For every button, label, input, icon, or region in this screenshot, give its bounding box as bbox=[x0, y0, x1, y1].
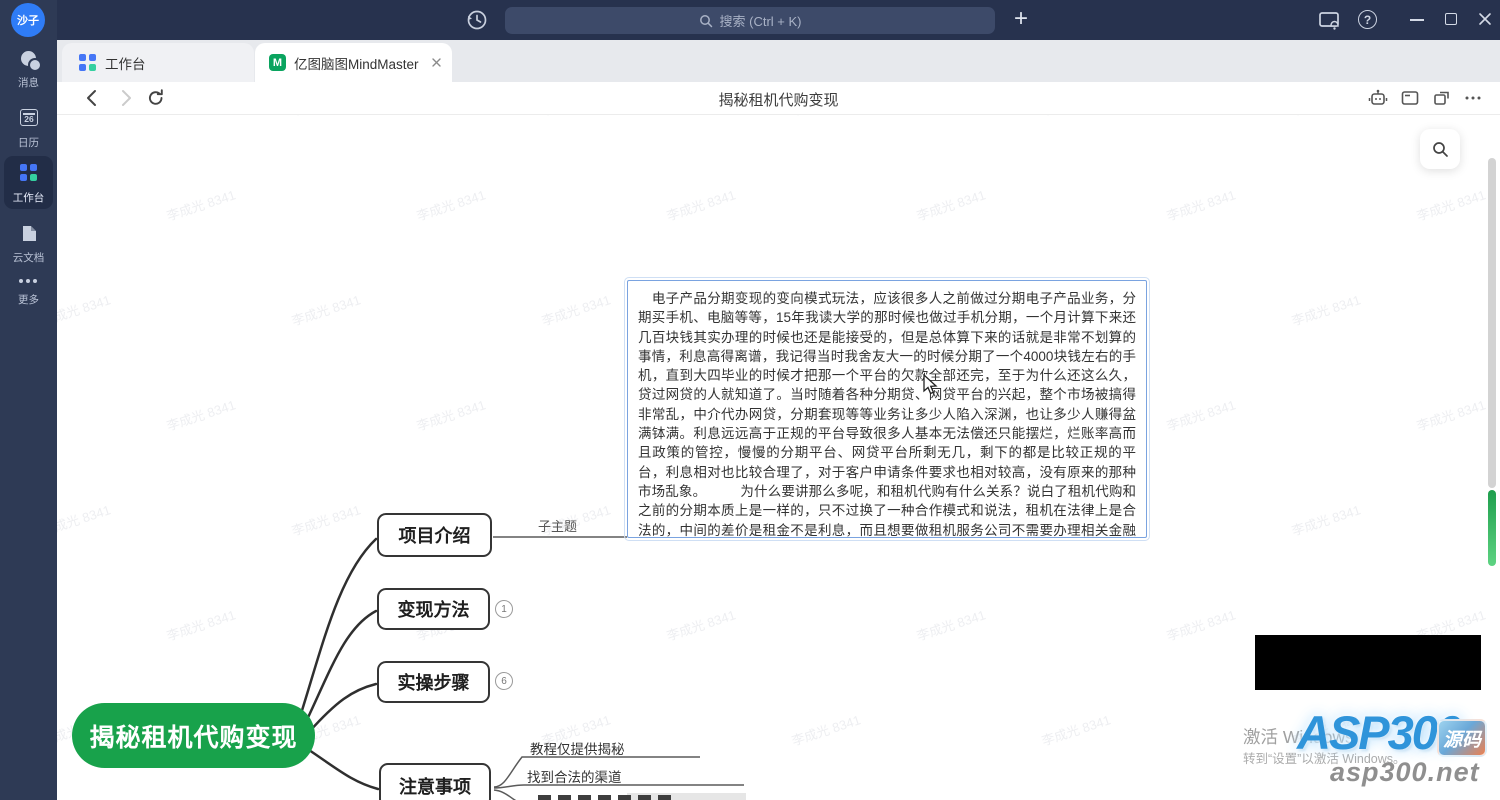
search-icon bbox=[699, 14, 713, 28]
scroll-position-indicator[interactable] bbox=[1488, 490, 1496, 566]
watermark: 李成光 8341 bbox=[164, 184, 238, 224]
toggle-window-icon[interactable] bbox=[1400, 88, 1420, 108]
open-in-new-window-icon[interactable] bbox=[1432, 88, 1452, 108]
title-bar: 搜索 (Ctrl + K) + ? bbox=[0, 0, 1500, 40]
watermark: 李成光 8341 bbox=[164, 394, 238, 434]
document-title: 揭秘租机代购变现 bbox=[57, 89, 1500, 110]
watermark: 李成光 8341 bbox=[1164, 604, 1238, 644]
workbench-grid-icon[interactable] bbox=[20, 164, 37, 181]
app-sidebar: 沙子 消息 26 日历 工作台 云文档 更多 bbox=[0, 0, 57, 800]
mindmap-child-label[interactable]: 找到合法的渠道 bbox=[527, 766, 622, 786]
watermark: 李成光 8341 bbox=[664, 604, 738, 644]
mindmap-subtopic-label[interactable]: 子主题 bbox=[538, 516, 577, 535]
watermark: 李成光 8341 bbox=[1414, 184, 1488, 224]
assistant-robot-icon[interactable] bbox=[1368, 88, 1388, 108]
watermark: 李成光 8341 bbox=[789, 709, 863, 749]
history-icon[interactable] bbox=[465, 8, 489, 32]
vertical-scrollbar-thumb[interactable] bbox=[1488, 158, 1496, 488]
tab-strip: 工作台 M 亿图脑图MindMaster bbox=[57, 40, 1500, 82]
calendar-icon[interactable]: 26 bbox=[20, 109, 38, 126]
watermark: 李成光 8341 bbox=[414, 184, 488, 224]
collapsed-count-badge[interactable]: 6 bbox=[495, 672, 513, 690]
notification-settings-icon[interactable] bbox=[1318, 9, 1342, 32]
minimize-button[interactable] bbox=[1410, 19, 1424, 21]
more-icon[interactable] bbox=[19, 279, 37, 283]
source-code-badge: 源码 bbox=[1437, 719, 1487, 757]
mindmap-note-textbox[interactable]: 电子产品分期变现的变向模式玩法，应该很多人之前做过分期电子产品业务，分期买手机、… bbox=[627, 280, 1147, 538]
tab-workbench[interactable]: 工作台 bbox=[62, 43, 254, 82]
search-placeholder: 搜索 (Ctrl + K) bbox=[720, 11, 802, 30]
watermark: 李成光 8341 bbox=[414, 394, 488, 434]
watermark: 李成光 8341 bbox=[164, 604, 238, 644]
new-tab-button[interactable]: + bbox=[1008, 3, 1034, 35]
redaction-black-box bbox=[1255, 635, 1481, 690]
help-icon[interactable]: ? bbox=[1358, 10, 1377, 29]
sidebar-item-calendar[interactable]: 日历 bbox=[0, 135, 57, 150]
more-options-icon[interactable] bbox=[1463, 88, 1483, 108]
messages-icon bbox=[30, 60, 40, 70]
document-toolbar: 揭秘租机代购变现 bbox=[57, 82, 1500, 115]
mindmap-node-monetize-method[interactable]: 变现方法 bbox=[377, 588, 490, 630]
watermark: 李成光 8341 bbox=[664, 184, 738, 224]
sidebar-item-workbench[interactable]: 工作台 bbox=[0, 190, 57, 205]
search-icon bbox=[1432, 141, 1449, 158]
mindmap-node-project-intro[interactable]: 项目介绍 bbox=[377, 513, 492, 557]
watermark: 李成光 8341 bbox=[914, 604, 988, 644]
mindmap-root-node[interactable]: 揭秘租机代购变现 bbox=[72, 703, 315, 768]
workbench-grid-icon bbox=[79, 54, 96, 71]
maximize-button[interactable] bbox=[1445, 13, 1457, 25]
watermark: 李成光 8341 bbox=[1164, 394, 1238, 434]
sidebar-item-messages[interactable]: 消息 bbox=[0, 75, 57, 90]
watermark: 李成光 8341 bbox=[289, 499, 363, 539]
close-tab-icon[interactable] bbox=[431, 57, 442, 68]
global-search-input[interactable]: 搜索 (Ctrl + K) bbox=[505, 7, 995, 34]
watermark: 李成光 8341 bbox=[914, 184, 988, 224]
tab-label: 工作台 bbox=[105, 53, 146, 73]
tab-mindmaster[interactable]: M 亿图脑图MindMaster bbox=[255, 43, 452, 82]
asp300-site-text: asp300.net bbox=[1330, 757, 1480, 788]
mouse-cursor bbox=[922, 374, 942, 396]
watermark: 李成光 8341 bbox=[289, 289, 363, 329]
mindmaster-app-icon: M bbox=[269, 54, 286, 71]
mindmap-node-precautions[interactable]: 注意事项 bbox=[379, 763, 491, 800]
sidebar-item-clouddocs[interactable]: 云文档 bbox=[0, 250, 57, 265]
tab-label: 亿图脑图MindMaster bbox=[294, 53, 423, 73]
watermark: 李成光 8341 bbox=[1414, 394, 1488, 434]
mindmap-child-label[interactable]: 教程仅提供揭秘 bbox=[530, 738, 625, 758]
mindmap-node-practical-steps[interactable]: 实操步骤 bbox=[377, 661, 490, 703]
watermark: 李成光 8341 bbox=[1164, 184, 1238, 224]
asp300-logo: ASP300 bbox=[1297, 705, 1460, 760]
collapsed-count-badge[interactable]: 1 bbox=[495, 600, 513, 618]
app-window: 李成光 8341 李成光 8341 李成光 8341 李成光 8341 李成光 8341… bbox=[0, 0, 1500, 800]
user-avatar[interactable]: 沙子 bbox=[11, 3, 45, 37]
watermark: 李成光 8341 bbox=[1039, 709, 1113, 749]
watermark: 李成光 8341 bbox=[1289, 499, 1363, 539]
close-window-button[interactable] bbox=[1477, 11, 1493, 27]
cloud-docs-icon[interactable] bbox=[20, 224, 38, 243]
watermark: 李成光 8341 bbox=[1289, 289, 1363, 329]
sidebar-item-more[interactable]: 更多 bbox=[0, 292, 57, 307]
watermark: 李成光 8341 bbox=[539, 289, 613, 329]
canvas-search-button[interactable] bbox=[1420, 129, 1460, 169]
